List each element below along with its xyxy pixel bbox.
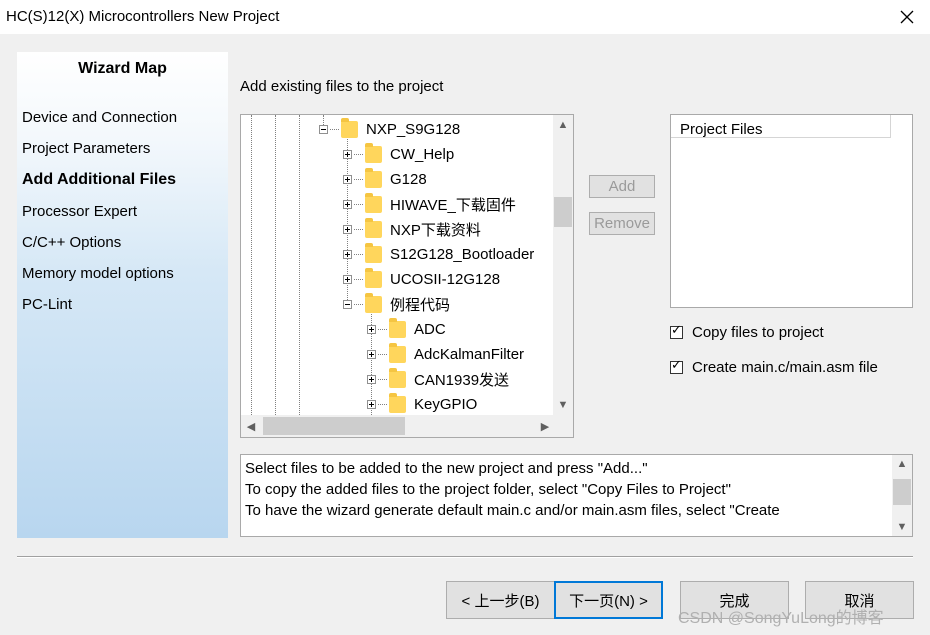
info-line: To copy the added files to the project f… — [245, 481, 731, 498]
watermark: CSDN @SongYuLong的博客 — [678, 610, 884, 627]
tree-item-label: NXP下载资料 — [390, 221, 481, 239]
expand-icon[interactable] — [343, 199, 352, 209]
tree-item-label: ADC — [414, 320, 446, 338]
tree-item[interactable]: 例程代码 — [343, 292, 451, 315]
tree-item-label: S12G128_Bootloader — [390, 245, 535, 263]
tree-item[interactable]: UCOSII-12G128 — [343, 267, 501, 290]
info-text-area[interactable]: Select files to be added to the new proj… — [240, 454, 913, 537]
wizard-step-pc-lint: PC-Lint — [22, 296, 73, 313]
footer-separator — [17, 556, 913, 558]
expand-icon[interactable] — [343, 149, 352, 159]
scroll-up-arrow-icon[interactable]: ▲ — [892, 455, 912, 473]
tree-item-label: UCOSII-12G128 — [390, 270, 501, 288]
scroll-thumb[interactable] — [893, 479, 911, 505]
wizard-step-cpp-options: C/C++ Options — [22, 234, 122, 251]
window-title: HC(S)12(X) Microcontrollers New Project — [6, 8, 280, 25]
tree-item-label: CW_Help — [390, 145, 455, 163]
tree-item[interactable]: HIWAVE_下载固件 — [343, 192, 516, 215]
next-button[interactable]: 下一页(N) > — [554, 581, 663, 619]
scroll-up-arrow-icon[interactable]: ▲ — [553, 115, 573, 135]
title-bar: HC(S)12(X) Microcontrollers New Project — [0, 0, 930, 34]
folder-icon — [389, 367, 406, 388]
tree-item[interactable]: CAN1939发送 — [367, 367, 510, 390]
folder-icon — [389, 317, 406, 338]
tree-guide-line — [275, 115, 276, 415]
wizard-map-title: Wizard Map — [78, 60, 167, 77]
tree-item-label: CAN1939发送 — [414, 371, 510, 389]
expand-icon[interactable] — [343, 274, 352, 284]
folder-icon — [365, 267, 382, 288]
scroll-down-arrow-icon[interactable]: ▼ — [553, 395, 573, 415]
wizard-map-sidebar: Wizard Map Device and Connection Project… — [17, 52, 228, 538]
info-line: Select files to be added to the new proj… — [245, 460, 648, 477]
checkbox-checked-icon[interactable] — [670, 323, 683, 339]
close-button[interactable] — [884, 0, 930, 34]
tree-item-label: KeyGPIO — [414, 395, 478, 413]
scroll-thumb[interactable] — [263, 417, 405, 435]
page-heading: Add existing files to the project — [240, 78, 444, 95]
folder-icon — [365, 217, 382, 238]
tree-item-label: 例程代码 — [390, 296, 451, 314]
remove-button[interactable]: Remove — [589, 212, 655, 235]
expand-icon[interactable] — [343, 174, 352, 184]
tree-item-label: AdcKalmanFilter — [414, 345, 525, 363]
scroll-down-arrow-icon[interactable]: ▼ — [892, 518, 912, 536]
folder-icon — [365, 167, 382, 188]
checkbox-checked-icon[interactable] — [670, 358, 683, 374]
scroll-thumb[interactable] — [554, 197, 572, 227]
tree-guide-line — [299, 115, 300, 415]
tree-item[interactable]: NXP_S9G128 — [319, 117, 461, 140]
wizard-step-device-connection: Device and Connection — [22, 109, 178, 126]
collapse-icon[interactable] — [343, 299, 352, 309]
collapse-icon[interactable] — [319, 124, 328, 134]
project-files-header[interactable]: Project Files — [671, 115, 891, 138]
tree-item[interactable]: KeyGPIO — [367, 392, 478, 415]
scroll-right-arrow-icon[interactable]: ▶ — [535, 415, 555, 437]
tree-item-label: G128 — [390, 170, 427, 188]
project-files-list[interactable]: Project Files — [670, 114, 913, 308]
tree-guide-line — [251, 115, 252, 415]
folder-icon — [365, 242, 382, 263]
copy-files-label: Copy files to project — [692, 324, 824, 341]
folder-icon — [341, 117, 358, 138]
tree-item-label: NXP_S9G128 — [366, 120, 461, 138]
expand-icon[interactable] — [367, 399, 376, 409]
tree-item[interactable]: G128 — [343, 167, 427, 190]
tree-item-label: HIWAVE_下载固件 — [390, 196, 516, 214]
folder-icon — [389, 342, 406, 363]
expand-icon[interactable] — [343, 224, 352, 234]
create-main-checkbox[interactable]: Create main.c/main.asm file — [670, 358, 878, 376]
file-tree[interactable]: NXP_S9G128 CW_Help G128 HIWAVE_下载固件 NXP下… — [240, 114, 574, 438]
wizard-step-project-parameters: Project Parameters — [22, 140, 151, 157]
tree-item[interactable]: AdcKalmanFilter — [367, 342, 525, 365]
close-icon — [900, 10, 914, 24]
tree-item[interactable]: CW_Help — [343, 142, 455, 165]
tree-vertical-scrollbar[interactable]: ▲ ▼ — [553, 115, 573, 415]
create-main-label: Create main.c/main.asm file — [692, 359, 878, 376]
info-vertical-scrollbar[interactable]: ▲ ▼ — [892, 455, 912, 536]
expand-icon[interactable] — [367, 324, 376, 334]
back-button[interactable]: < 上一步(B) — [446, 581, 555, 619]
scroll-left-arrow-icon[interactable]: ◀ — [241, 415, 261, 437]
expand-icon[interactable] — [367, 374, 376, 384]
folder-icon — [365, 192, 382, 213]
folder-icon — [389, 392, 406, 413]
tree-horizontal-scrollbar[interactable]: ◀ ▶ — [241, 415, 555, 437]
add-button[interactable]: Add — [589, 175, 655, 198]
scrollbar-corner — [553, 415, 573, 437]
wizard-step-processor-expert: Processor Expert — [22, 203, 138, 220]
expand-icon[interactable] — [343, 249, 352, 259]
copy-files-checkbox[interactable]: Copy files to project — [670, 323, 824, 341]
folder-icon — [365, 292, 382, 313]
folder-icon — [365, 142, 382, 163]
tree-item[interactable]: NXP下载资料 — [343, 217, 481, 240]
expand-icon[interactable] — [367, 349, 376, 359]
info-line: To have the wizard generate default main… — [245, 502, 780, 519]
tree-item[interactable]: ADC — [367, 317, 446, 340]
wizard-step-add-files: Add Additional Files — [22, 171, 177, 188]
tree-item[interactable]: S12G128_Bootloader — [343, 242, 535, 265]
wizard-step-memory-model: Memory model options — [22, 265, 174, 282]
